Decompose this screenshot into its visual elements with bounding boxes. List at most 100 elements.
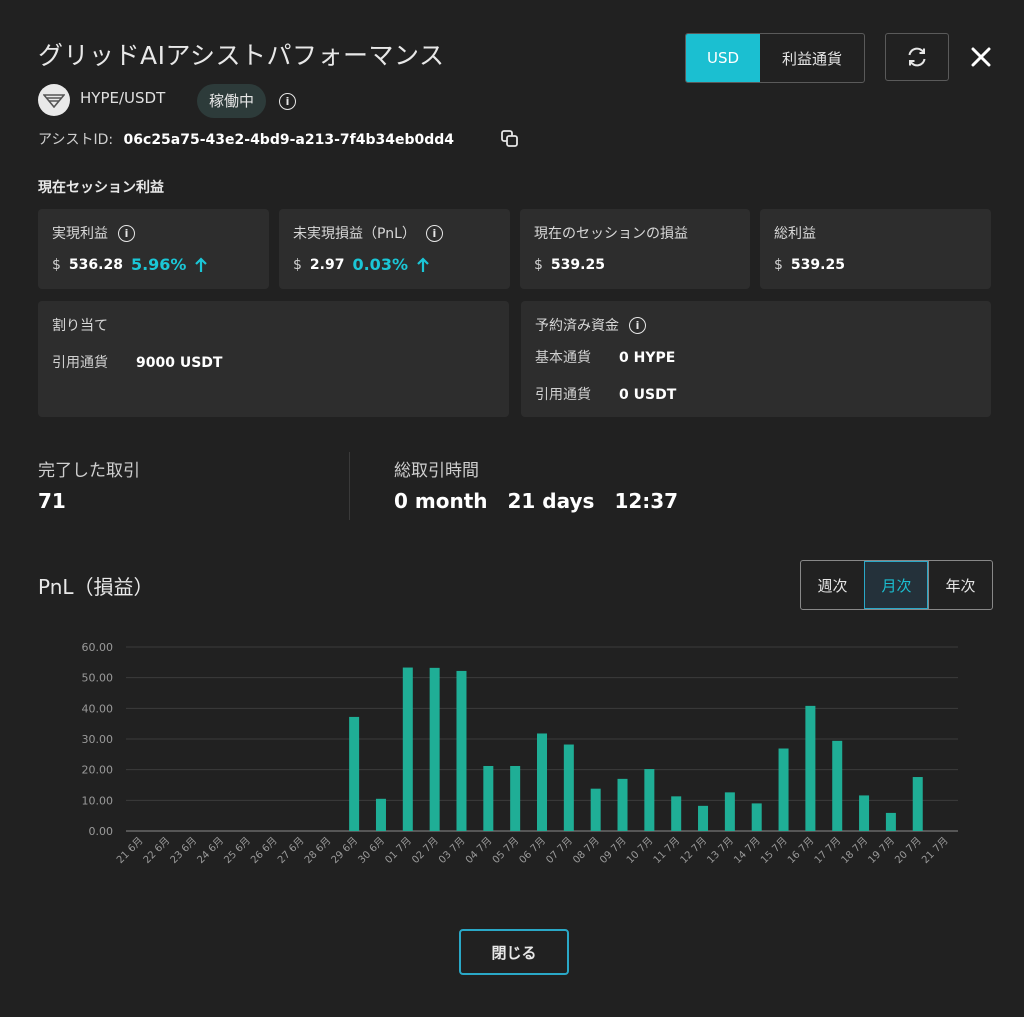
time-clock: 12:37 (614, 489, 679, 513)
status-badge: 稼働中 (197, 84, 267, 118)
y-tick-label: 30.00 (82, 733, 114, 746)
y-tick-label: 40.00 (82, 702, 114, 715)
y-tick-label: 20.00 (82, 764, 114, 777)
x-tick-label: 23 6月 (168, 835, 199, 866)
pnl-bar-chart: 0.0010.0020.0030.0040.0050.0060.0021 6月2… (82, 641, 958, 866)
x-tick-label: 12 7月 (678, 835, 709, 866)
chart-bar[interactable] (617, 778, 628, 831)
total-profit-value: 539.25 (790, 257, 845, 273)
assist-id-value: 06c25a75-43e2-4bd9-a213-7f4b34eb0dd4 (123, 132, 455, 148)
realized-label: 実現利益 (52, 226, 108, 242)
x-tick-label: 18 7月 (839, 835, 870, 866)
completed-trades-label: 完了した取引 (38, 461, 140, 481)
chart-bar[interactable] (912, 777, 923, 831)
y-tick-label: 60.00 (82, 641, 114, 654)
chart-bar[interactable] (349, 716, 360, 831)
x-tick-label: 20 7月 (893, 835, 924, 866)
x-tick-label: 04 7月 (463, 835, 494, 866)
chart-bar[interactable] (724, 792, 735, 831)
x-tick-label: 08 7月 (570, 835, 601, 866)
chart-bar[interactable] (751, 803, 762, 831)
assist-id-row: アシストID: 06c25a75-43e2-4bd9-a213-7f4b34eb… (38, 129, 454, 149)
x-tick-label: 30 6月 (356, 835, 387, 866)
chart-bar[interactable] (429, 667, 440, 831)
session-pnl-value: 539.25 (550, 257, 605, 273)
chart-bar[interactable] (698, 805, 709, 831)
info-icon[interactable]: i (279, 93, 296, 110)
info-icon[interactable]: i (118, 224, 135, 242)
x-tick-label: 19 7月 (866, 835, 897, 866)
chart-bar[interactable] (537, 733, 547, 831)
x-tick-label: 03 7月 (436, 835, 467, 866)
arrow-up-icon (417, 256, 429, 272)
chart-bar[interactable] (375, 798, 386, 831)
realized-pct: 5.96% (130, 255, 187, 274)
x-tick-label: 24 6月 (195, 835, 226, 866)
chart-bar[interactable] (859, 795, 870, 831)
currency-symbol: $ (774, 257, 783, 273)
chart-bar[interactable] (778, 748, 789, 831)
chart-bar[interactable] (510, 765, 521, 831)
unrealized-pnl-card: 未実現損益（PnL） i $ 2.97 0.03% (279, 209, 510, 289)
pnl-title: PnL（損益） (38, 575, 154, 599)
info-icon[interactable]: i (425, 224, 443, 242)
time-days: 21 days (507, 489, 595, 513)
reserved-funds-card: 予約済み資金 i 基本通貨 0 HYPE 引用通貨 0 USDT (521, 301, 991, 417)
tab-weekly[interactable]: 週次 (801, 561, 864, 609)
currency-symbol: $ (52, 256, 61, 273)
chart-bar[interactable] (456, 670, 467, 831)
chart-bar[interactable] (671, 796, 682, 831)
chart-bar[interactable] (885, 812, 896, 831)
copy-icon[interactable] (500, 129, 520, 153)
chart-bar[interactable] (402, 667, 413, 831)
x-tick-label: 22 6月 (141, 835, 172, 866)
x-tick-label: 10 7月 (624, 835, 655, 866)
chart-bar[interactable] (832, 740, 843, 831)
chart-bar[interactable] (483, 765, 494, 831)
x-tick-label: 16 7月 (785, 835, 816, 866)
x-tick-label: 06 7月 (517, 835, 548, 866)
refresh-button[interactable] (885, 33, 949, 81)
chart-bar[interactable] (805, 705, 816, 831)
reserved-label: 予約済み資金 (535, 318, 619, 334)
close-button[interactable] (966, 42, 996, 72)
session-pnl-card: 現在のセッションの損益 $ 539.25 (520, 209, 750, 289)
total-profit-card: 総利益 $ 539.25 (760, 209, 991, 289)
x-tick-label: 28 6月 (302, 835, 333, 866)
x-tick-label: 09 7月 (597, 835, 628, 866)
quote-currency-value: 0 USDT (619, 387, 677, 403)
session-pnl-label: 現在のセッションの損益 (534, 226, 688, 242)
x-tick-label: 25 6月 (222, 835, 253, 866)
tab-yearly[interactable]: 年次 (928, 561, 992, 609)
x-tick-label: 27 6月 (275, 835, 306, 866)
quote-currency-label: 引用通貨 (52, 355, 108, 371)
profit-currency-button[interactable]: 利益通貨 (760, 34, 864, 82)
x-tick-label: 17 7月 (812, 835, 843, 866)
realized-profit-card: 実現利益 i $ 536.28 5.96% (38, 209, 269, 289)
page-title: グリッドAIアシストパフォーマンス (38, 41, 445, 70)
x-tick-label: 05 7月 (490, 835, 521, 866)
total-time-value: 0 month 21 days 12:37 (394, 489, 678, 513)
chart-bar[interactable] (644, 769, 655, 831)
chart-bar[interactable] (563, 744, 574, 831)
assist-id-label: アシストID: (38, 132, 114, 148)
unrealized-value: 2.97 (309, 256, 345, 273)
base-currency-value: 0 HYPE (619, 350, 676, 366)
total-profit-label: 総利益 (774, 226, 816, 242)
x-tick-label: 07 7月 (544, 835, 575, 866)
x-tick-label: 21 7月 (919, 835, 950, 866)
close-dialog-button[interactable]: 閉じる (459, 929, 569, 975)
info-icon[interactable]: i (629, 316, 646, 334)
close-icon (971, 47, 991, 67)
y-tick-label: 50.00 (82, 672, 114, 685)
usd-button[interactable]: USD (686, 34, 760, 82)
x-tick-label: 29 6月 (329, 835, 360, 866)
time-months: 0 month (394, 489, 488, 513)
chart-bar[interactable] (590, 788, 601, 831)
trading-pair: HYPE/USDT (80, 89, 166, 107)
session-title: 現在セッション利益 (38, 180, 164, 196)
x-tick-label: 21 6月 (114, 835, 145, 866)
tab-monthly[interactable]: 月次 (864, 561, 928, 609)
x-tick-label: 15 7月 (758, 835, 789, 866)
x-tick-label: 02 7月 (409, 835, 440, 866)
